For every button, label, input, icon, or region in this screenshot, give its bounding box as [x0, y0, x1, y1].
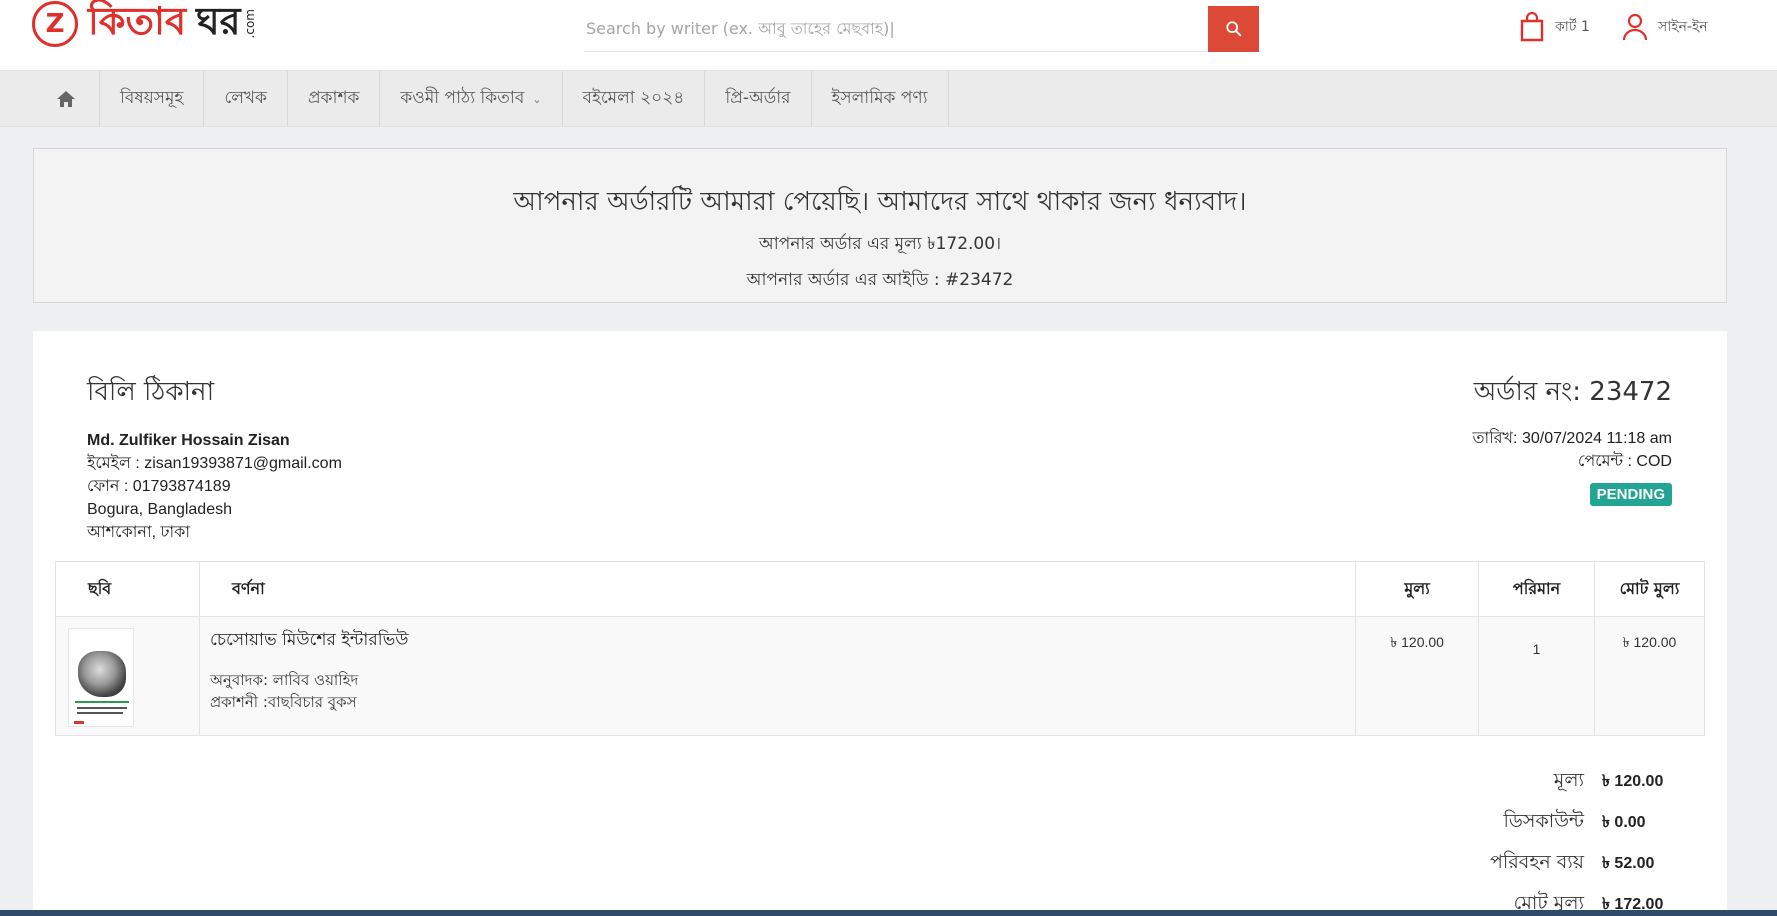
product-quantity: 1: [1478, 616, 1596, 736]
subtotal-value: ৳ 120.00: [1602, 773, 1664, 790]
billing-address: বিলি ঠিকানা Md. Zulfiker Hossain Zisan ই…: [87, 371, 342, 544]
confirmation-price: আপনার অর্ডার এর মূল্য ৳172.00।: [758, 234, 1002, 254]
product-description-cell: চেসোয়াভ মিউশের ইন্টারভিউ অনুবাদক: লাবিব…: [198, 616, 1357, 736]
header-price: মুল্য: [1355, 561, 1480, 617]
status-badge: PENDING: [1589, 483, 1672, 506]
billing-address-line1: Bogura, Bangladesh: [87, 501, 232, 518]
home-icon: [57, 91, 75, 107]
product-price: ৳ 120.00: [1355, 616, 1480, 736]
billing-name: Md. Zulfiker Hossain Zisan: [87, 432, 290, 449]
billing-phone: ফোন : 01793874189: [87, 478, 231, 495]
site-header: Z কিতাব ঘর .com কার্ট 1 সাইন-ইন: [0, 0, 1777, 70]
order-summary: মূল্য ৳ 120.00 ডিসকাউন্ট ৳ 0.00 পরিবহন ব…: [1490, 761, 1672, 916]
nav-item-subjects[interactable]: বিষয়সমূহ: [100, 71, 205, 127]
site-logo[interactable]: Z কিতাব ঘর .com: [32, 0, 257, 47]
order-date: তারিখ: 30/07/2024 11:18 am: [1472, 430, 1672, 447]
signin-label: সাইন-ইন: [1658, 19, 1708, 35]
summary-discount-row: ডিসকাউন্ট ৳ 0.00: [1490, 802, 1672, 843]
table-row: চেসোয়াভ মিউশের ইন্টারভিউ অনুবাদক: লাবিব…: [55, 616, 1705, 736]
discount-value: ৳ 0.00: [1602, 814, 1646, 831]
nav-item-pre-order[interactable]: প্রি-অর্ডার: [705, 71, 812, 127]
product-title[interactable]: চেসোয়াভ মিউশের ইন্টারভিউ: [210, 627, 1345, 655]
order-confirmation-panel: আপনার অর্ডারটি আমারা পেয়েছি। আমাদের সাথ…: [33, 148, 1727, 303]
bottom-edge-bar: [0, 910, 1777, 916]
nav-item-qawmi-books[interactable]: কওমী পাঠ্য কিতাব ⌄: [380, 71, 563, 127]
shipping-value: ৳ 52.00: [1602, 855, 1655, 872]
subtotal-label: মূল্য: [1553, 768, 1584, 791]
search-bar: [584, 6, 1259, 52]
cart-link[interactable]: কার্ট 1: [1519, 12, 1590, 42]
payment-method: পেমেন্ট : COD: [1577, 453, 1672, 470]
summary-subtotal-row: মূল্য ৳ 120.00: [1490, 761, 1672, 802]
table-header-row: ছবি বর্ণনা মুল্য পরিমান মোট মুল্য: [55, 561, 1705, 617]
confirmation-title: আপনার অর্ডারটি আমারা পেয়েছি। আমাদের সাথ…: [513, 187, 1247, 217]
confirmation-order-id: আপনার অর্ডার এর আইডি : #23472: [746, 270, 1014, 290]
search-input[interactable]: [584, 6, 1208, 52]
main-nav: বিষয়সমূহ লেখক প্রকাশক কওমী পাঠ্য কিতাব ⌄…: [0, 70, 1777, 127]
product-image-cell: [55, 616, 200, 736]
nav-item-publishers[interactable]: প্রকাশক: [288, 71, 381, 127]
shopping-bag-icon: [1520, 12, 1544, 42]
billing-address-line2: আশকোনা, ঢাকা: [87, 524, 190, 541]
user-icon: [1622, 13, 1648, 41]
shipping-label: পরিবহন ব্যয়: [1490, 850, 1584, 873]
product-cover-image[interactable]: [68, 628, 134, 727]
billing-email: ইমেইল : zisan19393871@gmail.com: [87, 455, 342, 472]
order-meta: অর্ডার নং: 23472 তারিখ: 30/07/2024 11:18…: [1473, 371, 1672, 506]
order-details-card: বিলি ঠিকানা Md. Zulfiker Hossain Zisan ই…: [33, 331, 1727, 916]
logo-mark: Z: [32, 1, 78, 47]
product-total: ৳ 120.00: [1594, 616, 1705, 736]
order-number: অর্ডার নং: 23472: [1473, 377, 1672, 407]
nav-item-islamic-products[interactable]: ইসলামিক পণ্য: [812, 71, 949, 127]
chevron-down-icon: ⌄: [532, 92, 542, 106]
logo-suffix: .com: [242, 9, 257, 39]
nav-home[interactable]: [33, 71, 100, 127]
discount-label: ডিসকাউন্ট: [1503, 809, 1584, 832]
logo-word-ghor: ঘর: [196, 0, 241, 43]
order-items-table: ছবি বর্ণনা মুল্য পরিমান মোট মুল্য চেসোয়…: [55, 561, 1705, 736]
nav-item-authors[interactable]: লেখক: [204, 71, 288, 127]
cart-label: কার্ট 1: [1555, 19, 1590, 35]
signin-link[interactable]: সাইন-ইন: [1622, 12, 1708, 42]
header-total: মোট মুল্য: [1594, 561, 1705, 617]
product-translator: অনুবাদক: লাবিব ওয়াহিদ: [209, 671, 359, 689]
nav-item-book-fair[interactable]: বইমেলা ২০২৪: [563, 71, 706, 127]
billing-title: বিলি ঠিকানা: [87, 377, 215, 407]
header-description: বর্ণনা: [198, 561, 1357, 617]
search-icon: [1225, 21, 1241, 37]
summary-shipping-row: পরিবহন ব্যয় ৳ 52.00: [1490, 843, 1672, 884]
header-quantity: পরিমান: [1478, 561, 1596, 617]
product-publisher: প্রকাশনী :বাছবিচার বুকস: [209, 693, 357, 711]
header-image: ছবি: [55, 561, 200, 617]
search-button[interactable]: [1208, 6, 1259, 52]
logo-word-kitab: কিতাব: [88, 0, 187, 43]
